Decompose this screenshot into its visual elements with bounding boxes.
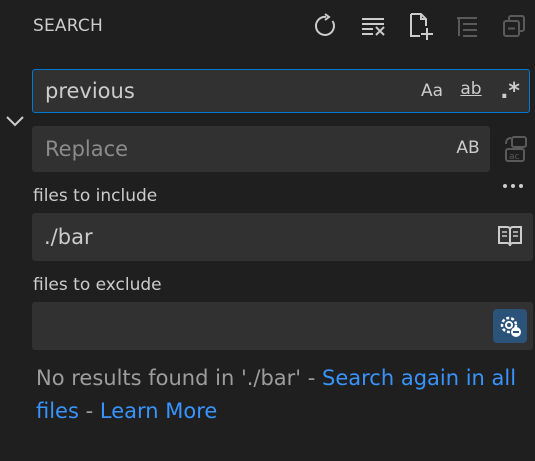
- replace-all-icon: ac: [505, 136, 527, 162]
- chevron-down-icon: [6, 116, 24, 127]
- refresh-icon: [314, 13, 335, 36]
- replace-box: AB: [32, 126, 490, 172]
- book-icon: [498, 226, 522, 247]
- collapse-all-button[interactable]: [497, 9, 531, 43]
- view-as-tree-button[interactable]: [450, 9, 484, 43]
- include-label: files to include: [33, 186, 158, 206]
- match-case-toggle[interactable]: Aa: [417, 76, 447, 106]
- regex-toggle[interactable]: .*: [495, 76, 525, 106]
- collapse-all-icon: [503, 15, 525, 37]
- new-search-editor-button[interactable]: [403, 9, 437, 43]
- toggle-replace-button[interactable]: [2, 108, 28, 134]
- search-open-editors-toggle[interactable]: [496, 223, 526, 251]
- toggle-search-details-button[interactable]: [500, 178, 528, 194]
- clear-results-button[interactable]: [356, 9, 390, 43]
- preserve-case-toggle[interactable]: AB: [451, 133, 485, 163]
- replace-input[interactable]: [45, 127, 425, 171]
- gear-exclude-icon: [500, 316, 521, 337]
- include-field: [32, 213, 533, 261]
- files-to-include-input[interactable]: [44, 213, 484, 261]
- view-as-tree-icon: [457, 17, 477, 37]
- no-results-text: No results found in './bar' -: [36, 366, 323, 390]
- refresh-button[interactable]: [309, 9, 343, 43]
- use-exclude-settings-toggle[interactable]: [493, 309, 527, 343]
- preserve-case-icon: AB: [456, 138, 480, 158]
- exclude-field: [32, 302, 533, 350]
- whole-word-toggle[interactable]: ab: [453, 76, 489, 106]
- regex-icon: .*: [500, 78, 520, 104]
- search-box: Aa ab .*: [32, 69, 530, 113]
- no-results-message: No results found in './bar' - Search aga…: [36, 362, 526, 428]
- files-to-exclude-input[interactable]: [44, 302, 484, 350]
- clear-results-icon: [362, 18, 385, 36]
- svg-text:ac: ac: [509, 152, 520, 162]
- match-case-icon: Aa: [420, 81, 444, 101]
- whole-word-icon: ab: [460, 79, 482, 99]
- message-separator: -: [78, 399, 100, 423]
- panel-title: SEARCH: [33, 16, 103, 36]
- replace-all-button[interactable]: ac: [502, 134, 530, 164]
- search-input[interactable]: [45, 70, 405, 112]
- new-search-editor-icon: [410, 13, 433, 40]
- exclude-label: files to exclude: [33, 275, 162, 295]
- ellipsis-icon: [503, 184, 523, 188]
- learn-more-link[interactable]: Learn More: [100, 399, 217, 423]
